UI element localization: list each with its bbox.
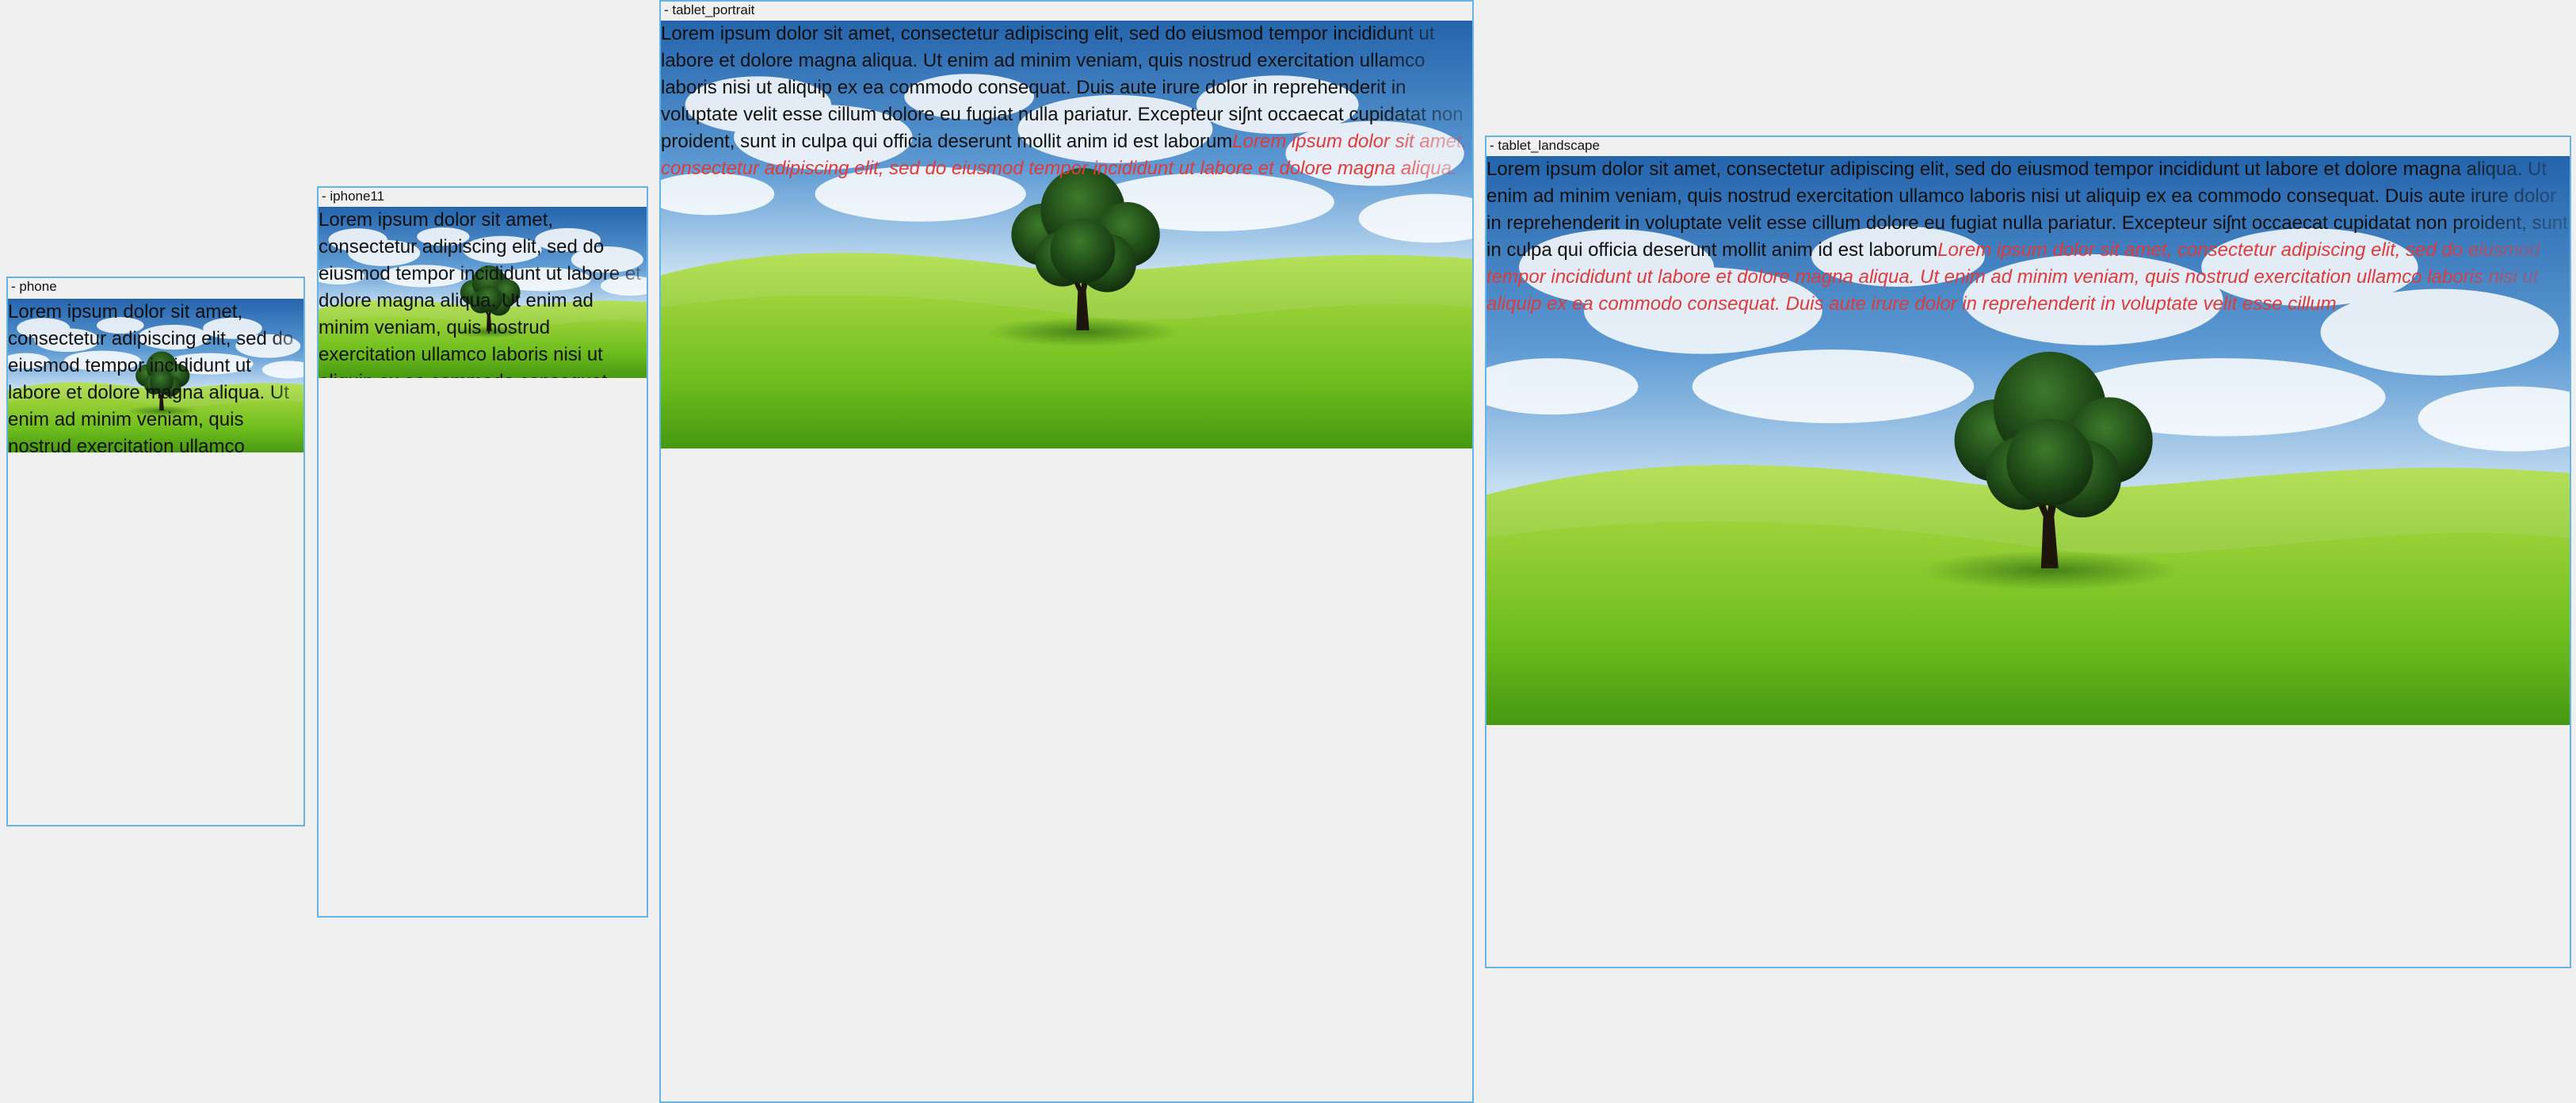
device-frame-tablet-portrait: - tablet_portrait Lorem ipsum dolor sit … [659, 0, 1474, 1103]
app-viewport: Lorem ipsum dolor sit amet, consectetur … [8, 299, 303, 452]
body-text: Lorem ipsum dolor sit amet, consectetur … [319, 207, 647, 378]
paragraph-text: Lorem ipsum dolor sit amet, consectetur … [8, 301, 294, 452]
app-viewport: Lorem ipsum dolor sit amet, consectetur … [1486, 156, 2570, 725]
device-label: - tablet_portrait [664, 2, 755, 17]
body-text: Lorem ipsum dolor sit amet, consectetur … [8, 299, 303, 452]
device-frame-tablet-landscape: - tablet_landscape Lorem ipsum dolor sit… [1485, 135, 2571, 968]
body-text: Lorem ipsum dolor sit amet, consectetur … [661, 21, 1472, 187]
device-label: - tablet_landscape [1490, 138, 1600, 153]
app-viewport: Lorem ipsum dolor sit amet, consectetur … [319, 207, 647, 378]
device-frame-phone: - phone Lorem ipsum dolor sit amet, cons… [6, 277, 305, 826]
paragraph-text: Lorem ipsum dolor sit amet, consectetur … [319, 209, 641, 378]
device-label: - phone [11, 279, 57, 294]
body-text: Lorem ipsum dolor sit amet, consectetur … [1486, 156, 2570, 323]
device-frame-iphone11: - iphone11 Lorem ipsum dolor sit amet, c… [317, 186, 648, 918]
app-viewport: Lorem ipsum dolor sit amet, consectetur … [661, 21, 1472, 448]
device-preview-canvas: - phone Lorem ipsum dolor sit amet, cons… [0, 0, 2576, 1103]
device-label: - iphone11 [322, 189, 385, 204]
